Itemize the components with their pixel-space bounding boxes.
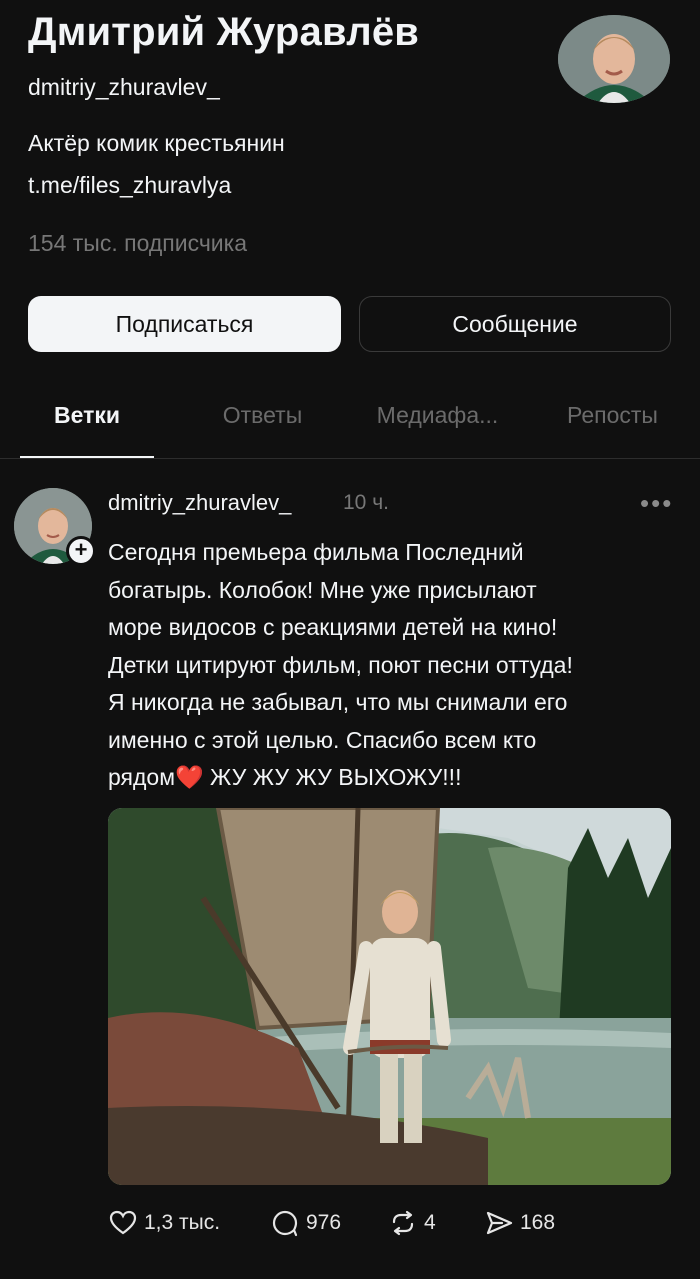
avatar-photo [558,15,670,103]
repost-icon [392,1210,414,1236]
like-count: 1,3 тыс. [144,1211,221,1234]
share-button[interactable]: 168 [484,1208,555,1238]
tab-threads[interactable]: Ветки [20,402,154,429]
profile-tabs: Ветки Ответы Медиафа... Репосты [0,380,700,459]
share-count: 168 [520,1211,556,1234]
subscribe-button[interactable]: Подписаться [28,296,341,352]
profile-bio: Актёр комик крестьянин [28,130,285,156]
profile-handle: dmitriy_zhuravlev_ [28,74,220,100]
tab-replies[interactable]: Ответы [190,402,335,429]
tab-reposts[interactable]: Репосты [540,402,685,429]
message-button[interactable]: Сообщение [359,296,671,352]
reply-count: 976 [306,1211,342,1234]
post-actions: 1,3 тыс. 976 4 168 [108,1208,668,1248]
more-options-icon[interactable]: ••• [640,488,673,519]
film-still-photo [108,808,671,1185]
followers-count[interactable]: 154 тыс. подписчика [28,230,247,257]
post-image[interactable] [108,808,671,1185]
comment-icon [272,1210,298,1237]
profile-link[interactable]: t.me/files_zhuravlya [28,172,231,199]
send-icon [486,1211,513,1235]
repost-button[interactable]: 4 [388,1208,436,1238]
post-text: Сегодня премьера фильма Последний богаты… [108,539,573,790]
profile-name: Дмитрий Журавлёв [28,10,420,54]
profile-avatar[interactable] [558,15,670,103]
active-tab-indicator [20,456,154,458]
reply-button[interactable]: 976 [270,1208,341,1238]
follow-plus-icon[interactable]: + [66,536,96,566]
tab-media[interactable]: Медиафа... [350,402,525,429]
like-button[interactable]: 1,3 тыс. [108,1208,220,1238]
post-username[interactable]: dmitriy_zhuravlev_ [108,490,291,516]
heart-icon [109,1210,137,1235]
repost-count: 4 [424,1211,436,1234]
post-timestamp: 10 ч. [343,491,389,514]
